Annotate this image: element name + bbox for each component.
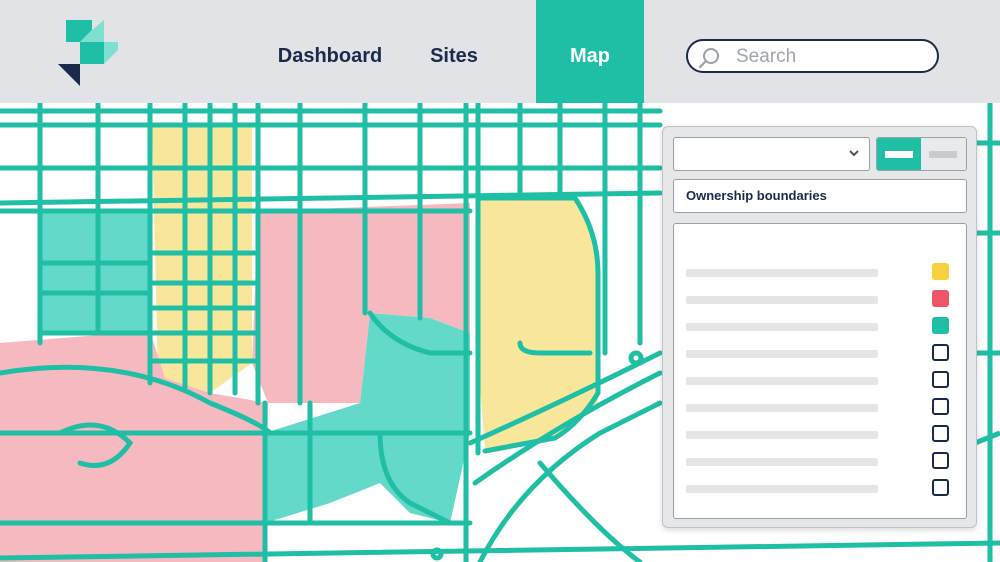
toggle-bar-icon xyxy=(885,151,913,158)
legend-checkbox[interactable] xyxy=(932,371,949,388)
view-toggle[interactable] xyxy=(876,137,967,171)
nav-sites[interactable]: Sites xyxy=(420,0,488,103)
legend-color-swatch[interactable] xyxy=(932,317,949,334)
legend-color-swatch[interactable] xyxy=(932,290,949,307)
legend-row xyxy=(674,368,966,395)
legend-row xyxy=(674,395,966,422)
nav-map[interactable]: Map xyxy=(536,0,644,103)
legend-checkbox[interactable] xyxy=(932,398,949,415)
legend-label-placeholder xyxy=(686,404,878,412)
legend-color-swatch[interactable] xyxy=(932,263,949,280)
legend-checkbox[interactable] xyxy=(932,452,949,469)
legend-label-placeholder xyxy=(686,323,878,331)
legend-label-placeholder xyxy=(686,377,878,385)
layer-select-dropdown[interactable] xyxy=(673,137,870,171)
legend-label-placeholder xyxy=(686,431,878,439)
legend-row xyxy=(674,314,966,341)
legend-row xyxy=(674,422,966,449)
road-network-east xyxy=(974,103,1000,562)
legend-label-placeholder xyxy=(686,350,878,358)
legend-label-placeholder xyxy=(686,458,878,466)
toggle-option-1[interactable] xyxy=(877,138,921,170)
legend-label-placeholder xyxy=(686,269,878,277)
legend-row xyxy=(674,260,966,287)
layer-name-field[interactable]: Ownership boundaries xyxy=(673,179,967,213)
legend-row xyxy=(674,341,966,368)
nav-dashboard[interactable]: Dashboard xyxy=(268,0,392,103)
top-navigation-bar: Dashboard Sites Map xyxy=(0,0,1000,103)
legend-checkbox[interactable] xyxy=(932,425,949,442)
legend-label-placeholder xyxy=(686,296,878,304)
toggle-bar-icon xyxy=(929,151,957,158)
legend-row xyxy=(674,287,966,314)
legend-row xyxy=(674,476,966,503)
search-box[interactable] xyxy=(686,39,939,73)
toggle-option-2[interactable] xyxy=(921,138,966,170)
app-logo-icon[interactable] xyxy=(56,20,122,86)
chevron-down-icon xyxy=(849,150,859,157)
legend-list xyxy=(673,223,967,519)
zone-teal-left xyxy=(40,211,150,333)
legend-checkbox[interactable] xyxy=(932,344,949,361)
search-icon xyxy=(698,48,719,69)
legend-row xyxy=(674,449,966,476)
legend-label-placeholder xyxy=(686,485,878,493)
search-input[interactable] xyxy=(734,45,928,69)
legend-checkbox[interactable] xyxy=(932,479,949,496)
layer-control-panel: Ownership boundaries xyxy=(662,126,977,528)
